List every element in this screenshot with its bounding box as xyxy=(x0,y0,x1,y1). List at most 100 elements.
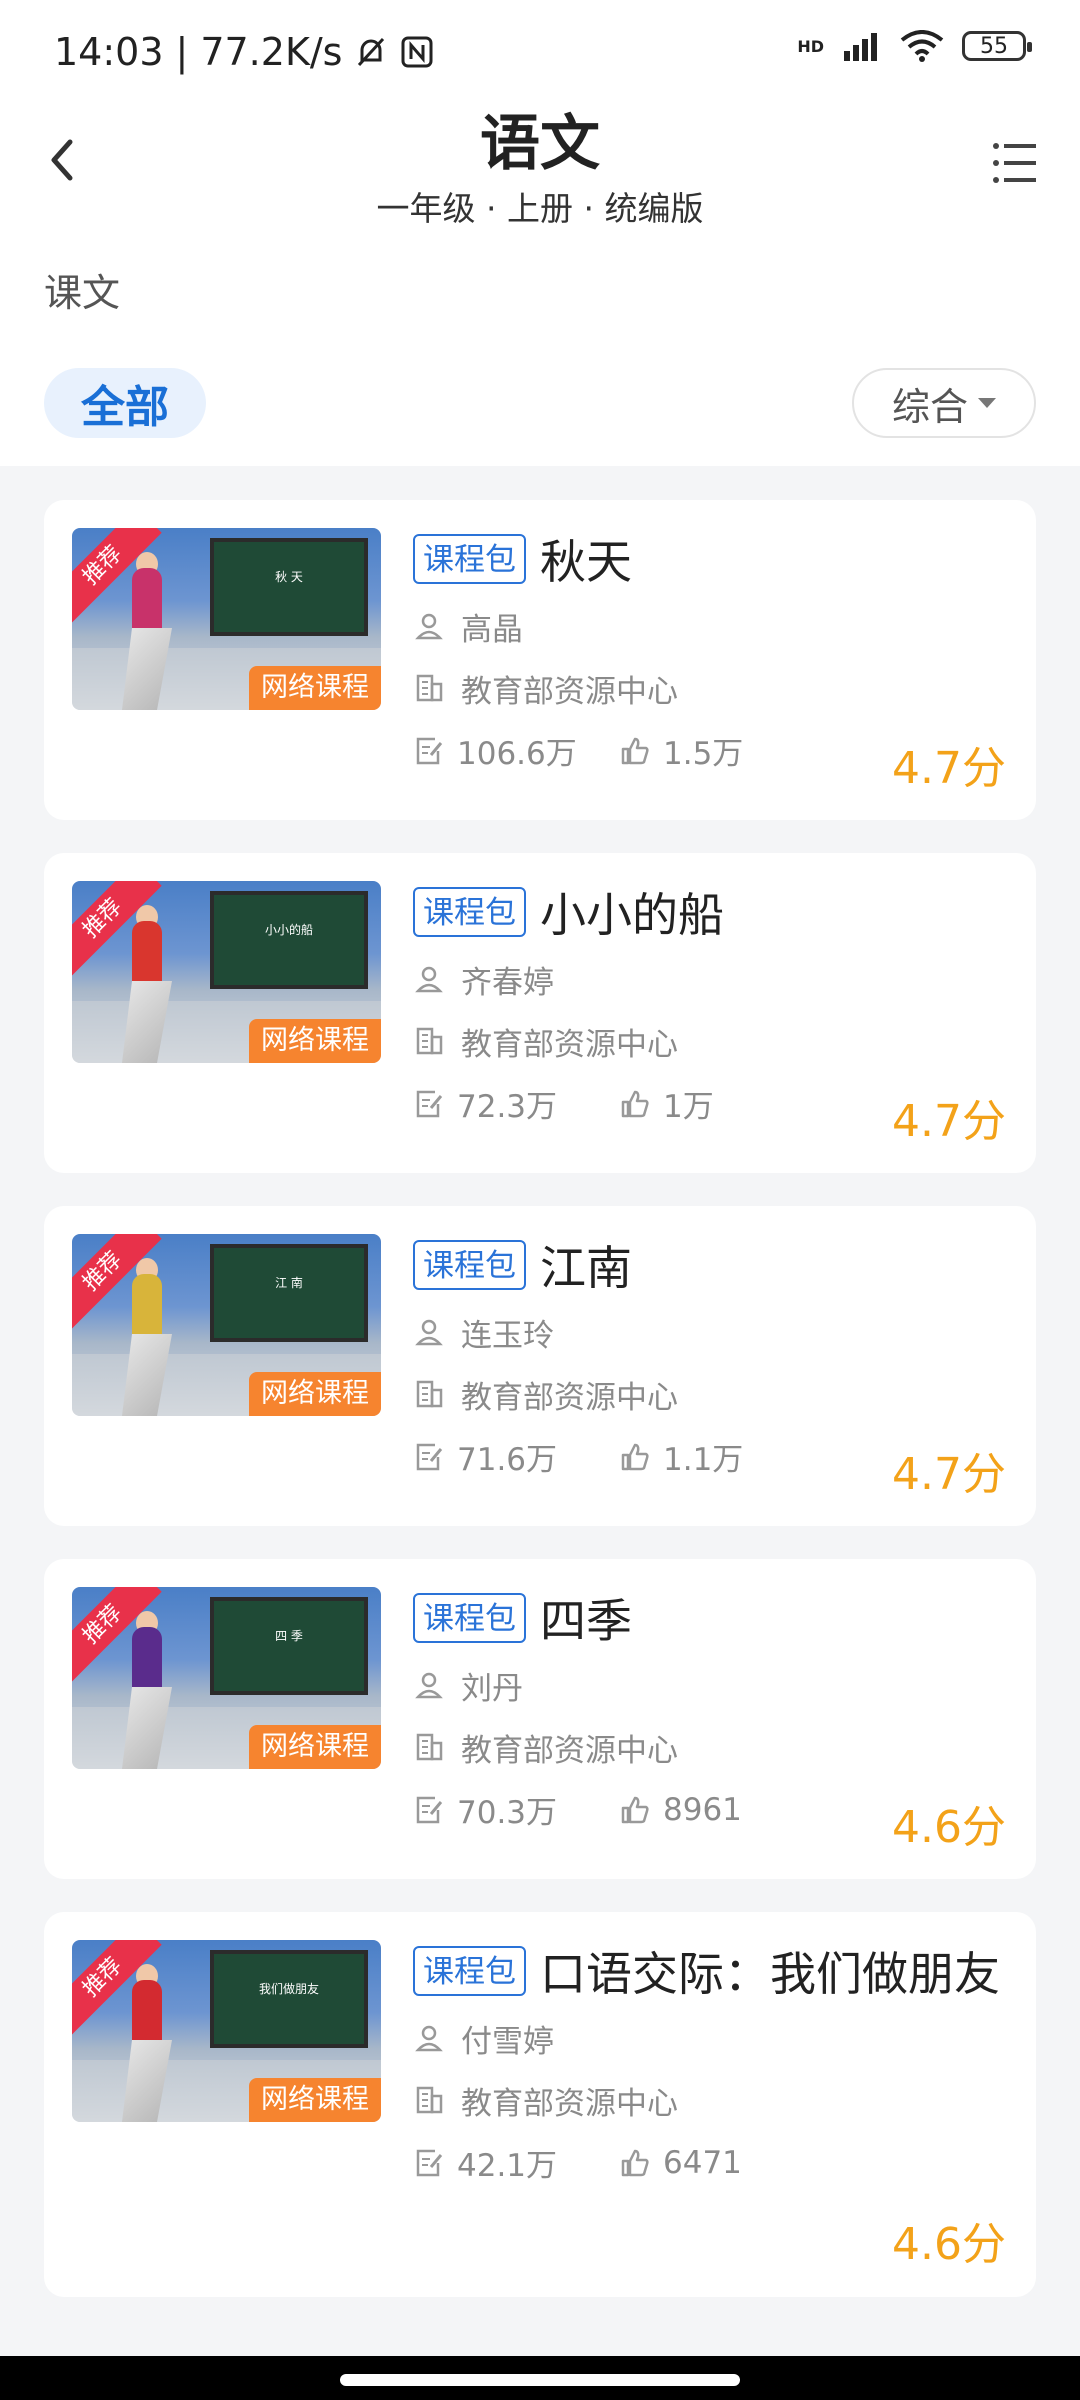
course-pack-badge: 课程包 xyxy=(413,1946,526,1996)
course-thumbnail[interactable]: 我们做朋友 推荐 网络课程 xyxy=(72,1940,381,2122)
building-icon xyxy=(416,1027,443,1055)
course-card[interactable]: 我们做朋友 推荐 网络课程 课程包 口语交际：我们做朋友 付雪婷 教育部资源中心 … xyxy=(44,1912,1036,2297)
thumb-blackboard: 四 季 xyxy=(210,1597,368,1695)
status-divider: | xyxy=(175,30,189,74)
course-title-line[interactable]: 课程包 江南 xyxy=(413,1236,1013,1300)
section-label: 课文 xyxy=(44,271,121,315)
edit-doc-icon xyxy=(416,1090,443,1117)
course-thumbnail[interactable]: 四 季 推荐 网络课程 xyxy=(72,1587,381,1769)
course-thumbnail[interactable]: 秋 天 推荐 网络课程 xyxy=(72,528,381,710)
person-icon xyxy=(415,1319,443,1346)
thumbs-up-icon xyxy=(621,1443,649,1470)
teacher-name: 付雪婷 xyxy=(461,2023,554,2060)
thumb-blackboard: 秋 天 xyxy=(210,538,368,636)
home-indicator[interactable] xyxy=(340,2374,740,2386)
battery-icon: 55 xyxy=(962,31,1032,61)
course-title: 江南 xyxy=(540,1241,632,1295)
org-name: 教育部资源中心 xyxy=(461,2085,678,2122)
battery-level: 55 xyxy=(980,33,1008,59)
thumbs-up-icon xyxy=(621,737,649,764)
course-title: 口语交际：我们做朋友 xyxy=(540,1947,1000,2001)
sort-label: 综合 xyxy=(891,384,968,429)
page-subtitle: 一年级 · 上册 · 统编版 xyxy=(376,189,704,228)
thumb-blackboard: 江 南 xyxy=(210,1244,368,1342)
filter-all-chip[interactable]: 全部 xyxy=(44,368,206,438)
edit-doc-icon xyxy=(416,2149,443,2176)
course-title: 四季 xyxy=(540,1594,632,1648)
stats-row: 42.1万 6471 xyxy=(413,2140,1013,2185)
course-thumbnail[interactable]: 小小的船 推荐 网络课程 xyxy=(72,881,381,1063)
person-icon xyxy=(415,966,443,993)
teacher-name: 高晶 xyxy=(461,611,523,648)
course-card[interactable]: 四 季 推荐 网络课程 课程包 四季 刘丹 教育部资源中心 70.3万 8961… xyxy=(44,1559,1036,1879)
like-count: 1万 xyxy=(663,1089,714,1125)
teacher-row: 付雪婷 xyxy=(413,2014,1013,2062)
view-count: 106.6万 xyxy=(457,736,577,772)
thumb-teacher xyxy=(132,1274,162,1344)
like-count: 1.5万 xyxy=(663,736,744,772)
thumbs-up-icon xyxy=(621,1090,649,1117)
org-row: 教育部资源中心 xyxy=(413,2076,1013,2124)
board-text: 江 南 xyxy=(275,1276,303,1290)
course-pack-badge: 课程包 xyxy=(413,534,526,584)
view-count: 70.3万 xyxy=(457,1795,558,1831)
org-row: 教育部资源中心 xyxy=(413,664,1013,712)
teacher-row: 刘丹 xyxy=(413,1661,1013,1709)
teacher-name: 刘丹 xyxy=(461,1670,523,1707)
thumb-blackboard: 我们做朋友 xyxy=(210,1950,368,2048)
signal-icon xyxy=(844,33,877,61)
course-title-line[interactable]: 课程包 口语交际：我们做朋友 xyxy=(413,1942,1013,2006)
net-course-tag: 网络课程 xyxy=(249,1372,381,1416)
caret-down-icon xyxy=(978,398,996,408)
person-icon xyxy=(415,1672,443,1699)
thumb-teacher xyxy=(132,568,162,638)
course-title: 秋天 xyxy=(540,535,632,589)
thumbs-up-icon xyxy=(621,2149,649,2176)
building-icon xyxy=(416,2086,443,2114)
status-bar: 14:03 | 77.2K/s HD 55 xyxy=(0,0,1080,100)
course-card[interactable]: 江 南 推荐 网络课程 课程包 江南 连玉玲 教育部资源中心 71.6万 1.1… xyxy=(44,1206,1036,1526)
course-card[interactable]: 小小的船 推荐 网络课程 课程包小小的船 齐春婷 教育部资源中心 72.3万 xyxy=(44,853,1036,1173)
teacher-row: 连玉玲 xyxy=(413,1308,1013,1356)
org-name: 教育部资源中心 xyxy=(461,1026,678,1063)
teacher-row: 齐春婷 xyxy=(413,955,1013,1003)
page-title: 语文 xyxy=(480,109,600,179)
org-row: 教育部资源中心 xyxy=(413,1723,1013,1771)
course-title-line[interactable]: 课程包 小小的船 xyxy=(413,883,1013,947)
board-text: 我们做朋友 xyxy=(258,1982,319,1996)
net-course-tag: 网络课程 xyxy=(249,1725,381,1769)
nfc-icon xyxy=(401,36,433,68)
teacher-row: 高晶 xyxy=(413,602,1013,650)
course-thumbnail[interactable]: 江 南 推荐 网络课程 xyxy=(72,1234,381,1416)
teacher-name: 连玉玲 xyxy=(461,1317,554,1354)
view-count: 42.1万 xyxy=(457,2148,558,2184)
like-count: 8961 xyxy=(663,1791,742,1828)
thumb-blackboard: 小小的船 xyxy=(210,891,368,989)
thumb-teacher xyxy=(132,921,162,991)
sort-dropdown[interactable]: 综合 xyxy=(852,368,1036,438)
thumbs-up-icon xyxy=(621,1796,649,1823)
course-title-line[interactable]: 课程包 秋天 xyxy=(413,530,1013,594)
hd-label: HD xyxy=(797,36,824,56)
course-rating: 4.6分 xyxy=(892,2219,1006,2270)
board-text: 小小的船 xyxy=(264,923,313,937)
bell-muted-icon xyxy=(358,37,385,67)
org-row: 教育部资源中心 xyxy=(413,1017,1013,1065)
net-course-tag: 网络课程 xyxy=(249,2078,381,2122)
wifi-icon xyxy=(900,30,944,62)
org-name: 教育部资源中心 xyxy=(461,1379,678,1416)
thumb-teacher xyxy=(132,1627,162,1697)
course-card[interactable]: 秋 天 推荐 网络课程 课程包 秋天 高晶 教育部资源中心 106.6万 1.5… xyxy=(44,500,1036,820)
like-count: 6471 xyxy=(663,2144,742,2181)
course-title-line[interactable]: 课程包 四季 xyxy=(413,1589,1013,1653)
edit-doc-icon xyxy=(416,1796,443,1823)
org-row: 教育部资源中心 xyxy=(413,1370,1013,1418)
thumb-teacher xyxy=(132,1980,162,2050)
org-name: 教育部资源中心 xyxy=(461,1732,678,1769)
course-list: 秋 天 推荐 网络课程 课程包 秋天 高晶 教育部资源中心 106.6万 1.5… xyxy=(44,500,1036,2330)
like-count: 1.1万 xyxy=(663,1442,744,1478)
person-icon xyxy=(415,613,443,640)
list-menu-icon[interactable] xyxy=(990,138,1040,188)
net-course-tag: 网络课程 xyxy=(249,1019,381,1063)
net-course-tag: 网络课程 xyxy=(249,666,381,710)
